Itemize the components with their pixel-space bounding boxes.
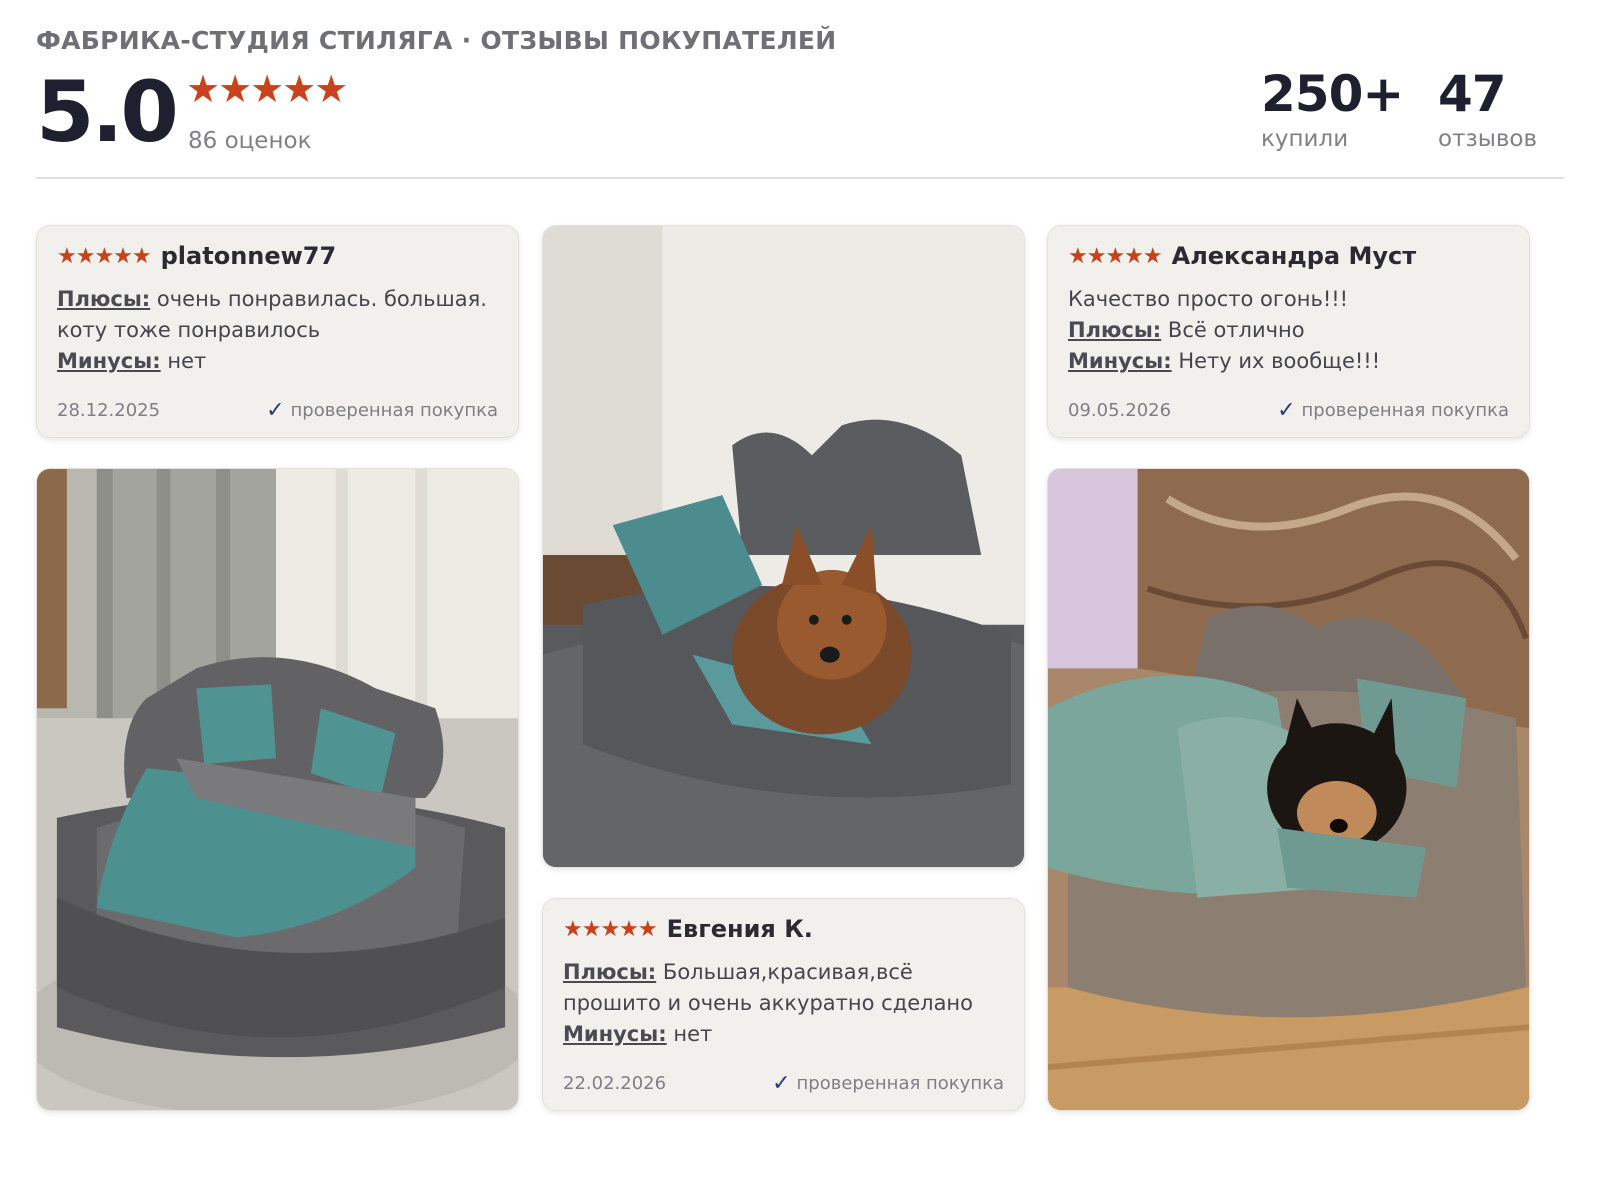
cons-text: нет (167, 349, 207, 373)
review-photo-bed[interactable] (36, 468, 519, 1111)
review-card: ★★★★★ Александра Муст Качество просто ог… (1047, 225, 1530, 438)
verified-badge: ✓ проверенная покупка (266, 398, 498, 423)
review-footer: 09.05.2026 ✓ проверенная покупка (1068, 398, 1509, 423)
pros-label: Плюсы: (57, 287, 151, 311)
review-author[interactable]: Евгения К. (667, 915, 813, 943)
reviews-header: ФАБРИКА-СТУДИЯ СТИЛЯГА · ОТЗЫВЫ ПОКУПАТЕ… (36, 26, 1564, 182)
star-icon: ★★★★★ (1068, 243, 1163, 269)
review-text: Плюсы: очень понравилась. большая. коту … (57, 284, 502, 377)
review-photo-small-dog[interactable] (1047, 468, 1530, 1111)
cons-text: Нету их вообще!!! (1178, 349, 1381, 373)
bought-stat: 250+ купили (1261, 64, 1404, 152)
verified-badge: ✓ проверенная покупка (1277, 398, 1509, 423)
cons-label: Минусы: (1068, 349, 1172, 373)
check-icon: ✓ (266, 398, 285, 423)
verified-badge: ✓ проверенная покупка (772, 1071, 1004, 1096)
star-icon: ★★★★★ (57, 243, 152, 269)
review-text: Плюсы: Большая,красивая,всё прошито и оч… (563, 957, 1008, 1050)
bed-photo-image (37, 469, 518, 1110)
verified-label: проверенная покупка (796, 1073, 1004, 1094)
bought-label: купили (1261, 126, 1349, 152)
review-author[interactable]: Александра Муст (1172, 242, 1417, 270)
ratings-count: 86 оценок (188, 128, 312, 154)
review-header: ★★★★★ Александра Муст (1068, 242, 1416, 270)
verified-label: проверенная покупка (1301, 400, 1509, 421)
check-icon: ✓ (772, 1071, 791, 1096)
review-photo-dog[interactable] (542, 225, 1025, 868)
header-divider (36, 177, 1564, 179)
cons-text: нет (673, 1022, 713, 1046)
comment-text: Качество просто огонь!!! (1068, 287, 1349, 311)
review-header: ★★★★★ platonnew77 (57, 242, 336, 270)
cons-label: Минусы: (57, 349, 161, 373)
reviews-label: отзывов (1438, 126, 1538, 152)
small-dog-photo-image (1048, 469, 1529, 1110)
review-footer: 22.02.2026 ✓ проверенная покупка (563, 1071, 1004, 1096)
rating-stars-icon: ★★★★★ (186, 67, 348, 111)
review-header: ★★★★★ Евгения К. (563, 915, 813, 943)
check-icon: ✓ (1277, 398, 1296, 423)
pros-label: Плюсы: (1068, 318, 1162, 342)
reviews-value: 47 (1438, 65, 1507, 123)
review-date: 22.02.2026 (563, 1073, 667, 1094)
reviews-stat: 47 отзывов (1438, 64, 1537, 152)
review-footer: 28.12.2025 ✓ проверенная покупка (57, 398, 498, 423)
star-icon: ★★★★★ (563, 916, 658, 942)
dog-photo-image (543, 226, 1024, 867)
page-title: ФАБРИКА-СТУДИЯ СТИЛЯГА · ОТЗЫВЫ ПОКУПАТЕ… (36, 26, 837, 55)
average-rating: 5.0 (36, 63, 179, 161)
review-card: ★★★★★ Евгения К. Плюсы: Большая,красивая… (542, 898, 1025, 1111)
cons-label: Минусы: (563, 1022, 667, 1046)
pros-text: Всё отлично (1167, 318, 1305, 342)
review-author[interactable]: platonnew77 (161, 242, 337, 270)
bought-value: 250+ (1261, 65, 1404, 123)
review-text: Качество просто огонь!!! Плюсы: Всё отли… (1068, 284, 1513, 377)
review-date: 09.05.2026 (1068, 400, 1172, 421)
verified-label: проверенная покупка (290, 400, 498, 421)
pros-label: Плюсы: (563, 960, 657, 984)
review-card: ★★★★★ platonnew77 Плюсы: очень понравила… (36, 225, 519, 438)
review-date: 28.12.2025 (57, 400, 161, 421)
